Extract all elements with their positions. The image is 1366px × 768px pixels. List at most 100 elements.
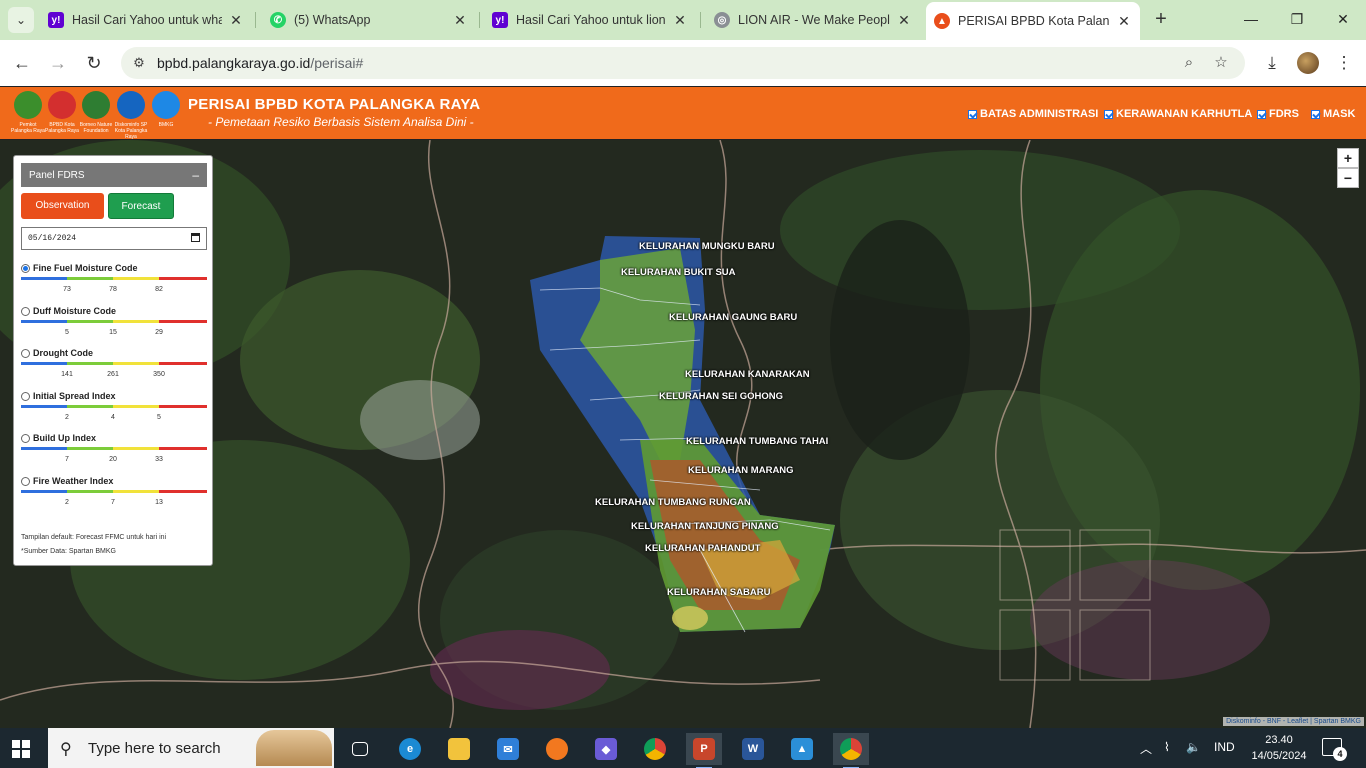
back-arrow-icon[interactable]: ← (10, 51, 34, 75)
scale-tick-label: 82 (155, 286, 163, 293)
taskbar-clock[interactable]: 23.40 14/05/2024 (1248, 732, 1310, 764)
map-attribution[interactable]: Diskominfo - BNF - Leaflet | Spartan BMK… (1223, 717, 1364, 726)
close-tab-icon[interactable]: ✕ (452, 12, 468, 29)
taskbar-edge[interactable]: e (392, 733, 428, 765)
kelurahan-label: KELURAHAN SABARU (667, 587, 771, 598)
checkbox-checked-icon[interactable] (968, 109, 977, 119)
logo-caption: BMKG (158, 122, 174, 128)
windows-start-icon[interactable] (12, 740, 30, 758)
taskbar-copilot[interactable]: ◆ (588, 733, 624, 765)
reload-icon[interactable]: ↻ (82, 51, 106, 75)
notification-count: 4 (1333, 747, 1347, 761)
chrome-icon (644, 738, 666, 760)
taskbar-firefox[interactable] (539, 733, 575, 765)
site-info-icon[interactable]: ⚙ (131, 55, 147, 71)
photos-icon: ▲ (791, 738, 813, 760)
browser-tab-4[interactable]: ◎ LION AIR - We Make People ✕ (706, 6, 920, 34)
radio-unselected-icon[interactable] (21, 434, 30, 444)
address-bar[interactable]: ⚙ bpbd.palangkaraya.go.id/perisai# ⌕ ☆ (121, 47, 1245, 79)
scale-segment (67, 362, 113, 366)
bnf-logo-icon (82, 91, 110, 119)
chrome-icon (840, 738, 862, 760)
scale-segment (159, 490, 207, 493)
forward-arrow-icon[interactable]: → (46, 51, 70, 75)
tab-search-chevron-icon[interactable]: ⌄ (8, 7, 34, 33)
close-tab-icon[interactable]: ✕ (1116, 13, 1132, 30)
kelurahan-label: KELURAHAN SEI GOHONG (659, 391, 784, 402)
tab-divider (255, 12, 256, 28)
scale-segment (159, 404, 207, 408)
browser-tab-3[interactable]: y! Hasil Cari Yahoo untuk lion a ✕ (484, 6, 696, 34)
taskbar-chrome[interactable] (637, 733, 673, 765)
scale-tick-label: 78 (109, 286, 117, 293)
observation-button[interactable]: Observation (21, 193, 104, 219)
task-view-button[interactable] (342, 733, 378, 765)
browser-tab-2[interactable]: ✆ (5) WhatsApp ✕ (262, 6, 476, 34)
tray-chevron-up-icon[interactable]: ︿ (1140, 740, 1152, 757)
powerpoint-icon: P (693, 738, 715, 760)
checkbox-checked-icon[interactable] (1257, 109, 1266, 119)
layer-toggle-mask[interactable]: MASK (1311, 108, 1355, 120)
taskbar-mail[interactable]: ✉ (490, 733, 526, 765)
kelurahan-label: KELURAHAN MUNGKU BARU (639, 241, 775, 252)
scale-segment (159, 277, 207, 280)
fdrs-panel: Panel FDRS – Observation Forecast 05/16/… (13, 155, 213, 566)
taskbar-search[interactable]: ⚲ Type here to search (48, 728, 334, 768)
tab-strip: ⌄ y! Hasil Cari Yahoo untuk what ✕ ✆ (5)… (0, 0, 1366, 40)
scale-segment (159, 319, 207, 323)
browser-tab-active[interactable]: ▲ PERISAI BPBD Kota Palangka ✕ (926, 2, 1140, 40)
forecast-button[interactable]: Forecast (108, 193, 174, 219)
zoom-in-button[interactable]: + (1337, 148, 1359, 168)
taskbar-photos[interactable]: ▲ (784, 733, 820, 765)
restore-icon[interactable]: ❐ (1284, 8, 1310, 30)
volume-icon[interactable]: 🔈 (1186, 740, 1201, 754)
date-input[interactable]: 05/16/2024 (21, 227, 207, 250)
language-indicator[interactable]: IND (1214, 740, 1235, 754)
panel-header[interactable]: Panel FDRS – (21, 163, 207, 187)
zoom-out-button[interactable]: − (1337, 168, 1359, 188)
index-color-scale (21, 447, 207, 451)
profile-avatar[interactable] (1297, 52, 1319, 74)
checkbox-checked-icon[interactable] (1104, 109, 1113, 119)
index-label: Initial Spread Index (33, 390, 116, 401)
taskbar-word[interactable]: W (735, 733, 771, 765)
calendar-icon[interactable] (191, 233, 200, 242)
close-tab-icon[interactable]: ✕ (896, 12, 912, 29)
radio-selected-icon[interactable] (21, 264, 30, 273)
radio-unselected-icon[interactable] (21, 306, 30, 316)
bookmark-star-icon[interactable]: ☆ (1211, 53, 1231, 73)
minimize-panel-icon[interactable]: – (192, 168, 199, 182)
scale-tick-label: 13 (155, 499, 163, 506)
scale-segment (113, 277, 159, 280)
close-tab-icon[interactable]: ✕ (228, 12, 244, 29)
layer-toggle-kerawanan[interactable]: KERAWANAN KARHUTLA (1104, 108, 1252, 120)
new-tab-plus-icon[interactable]: + (1150, 8, 1172, 30)
checkbox-checked-icon[interactable] (1311, 109, 1320, 119)
taskbar-explorer[interactable] (441, 733, 477, 765)
close-window-icon[interactable]: ✕ (1330, 8, 1356, 30)
index-color-scale (21, 404, 207, 408)
network-icon[interactable]: ⌇ (1164, 740, 1170, 754)
tab-title: PERISAI BPBD Kota Palangka (958, 14, 1110, 28)
taskbar-chrome-profile[interactable] (833, 733, 869, 768)
scale-segment (67, 404, 113, 408)
radio-unselected-icon[interactable] (21, 349, 30, 359)
zoom-magnifier-icon[interactable]: ⌕ (1179, 53, 1199, 73)
menu-dots-icon[interactable]: ⋮ (1332, 51, 1356, 75)
radio-unselected-icon[interactable] (21, 391, 30, 401)
scale-segment (113, 447, 159, 451)
scale-segment (113, 404, 159, 408)
browser-toolbar: ← → ↻ ⚙ bpbd.palangkaraya.go.id/perisai#… (0, 40, 1366, 86)
radio-unselected-icon[interactable] (21, 477, 30, 486)
bpbd-logo-icon (48, 91, 76, 119)
taskbar-powerpoint[interactable]: P (686, 733, 722, 768)
close-tab-icon[interactable]: ✕ (672, 12, 688, 29)
layer-toggle-batas[interactable]: BATAS ADMINISTRASI (968, 108, 1098, 120)
browser-tab-1[interactable]: y! Hasil Cari Yahoo untuk what ✕ (40, 6, 252, 34)
copilot-icon: ◆ (595, 738, 617, 760)
layer-toggle-fdrs[interactable]: FDRS (1257, 108, 1299, 120)
download-icon[interactable]: ⤓ (1260, 51, 1284, 75)
scale-tick-label: 7 (65, 456, 69, 464)
minimize-icon[interactable]: — (1238, 8, 1264, 30)
kelurahan-label: KELURAHAN GAUNG BARU (669, 312, 798, 323)
